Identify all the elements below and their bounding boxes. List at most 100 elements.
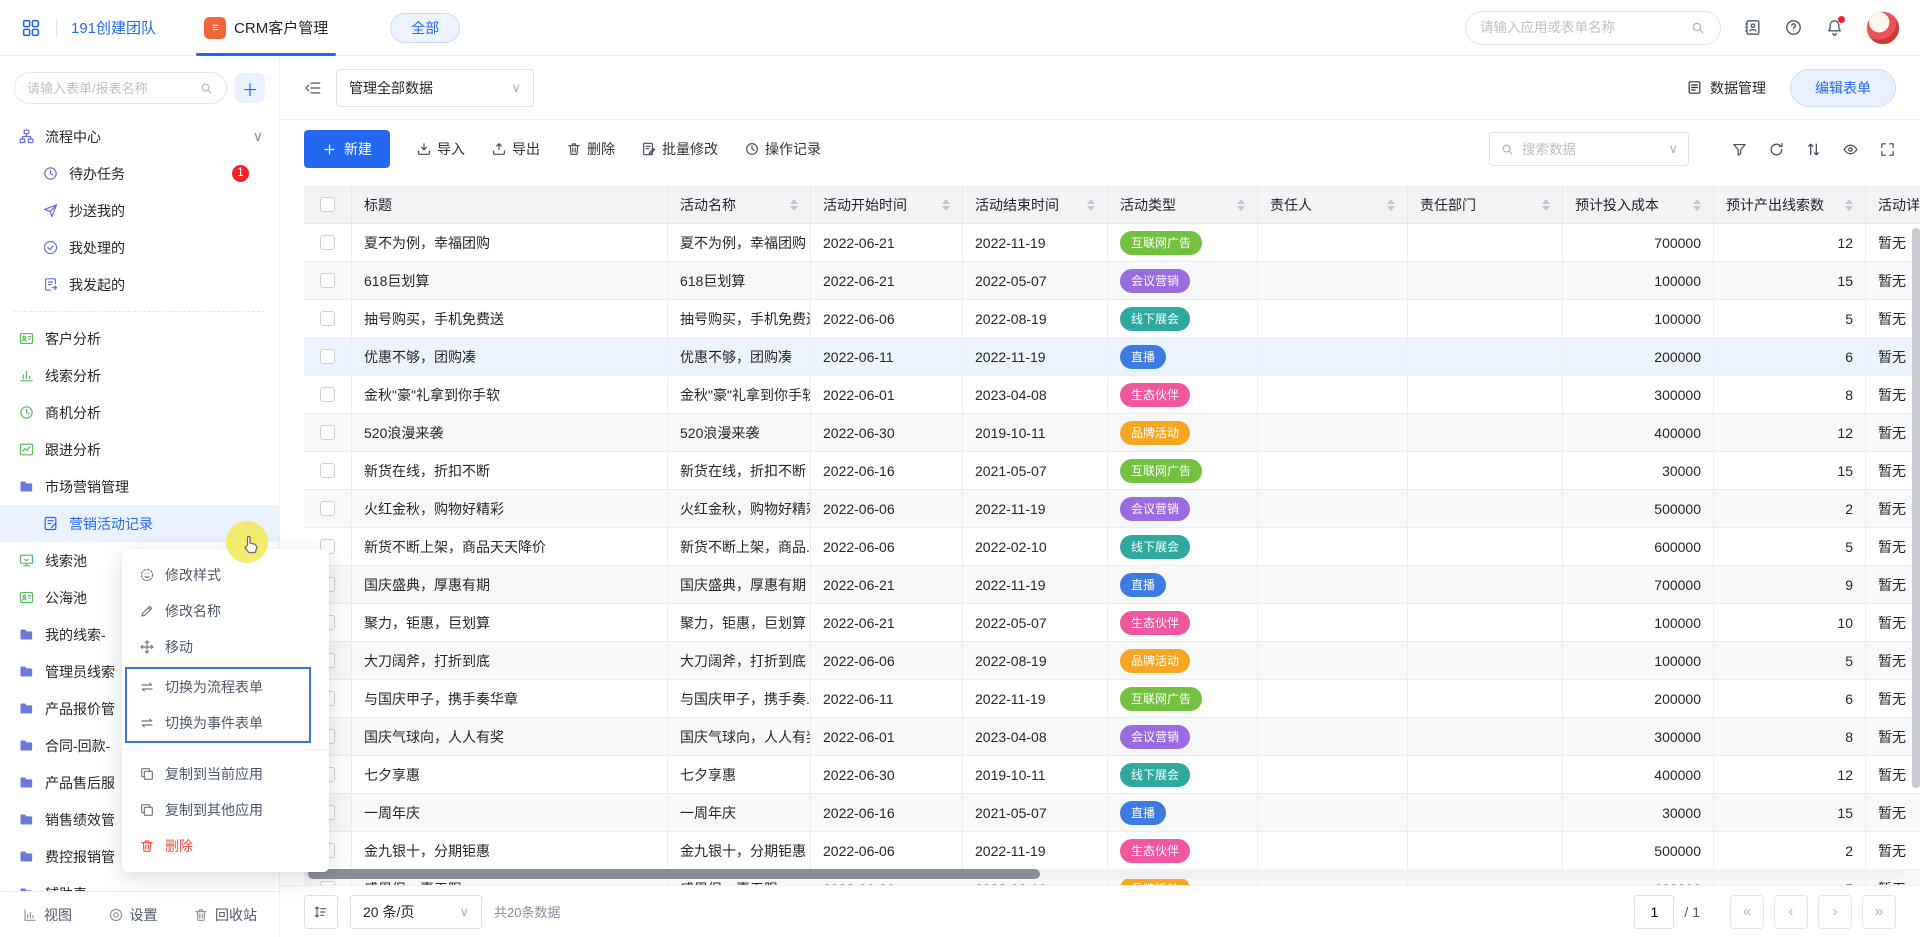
global-search-input[interactable] (1480, 20, 1682, 35)
address-book-icon[interactable] (1743, 18, 1762, 37)
table-row[interactable]: 新货在线，折扣不断新货在线，折扣不断2022-06-162021-05-07互联… (304, 452, 1920, 490)
sidebar-item-市场营销管理[interactable]: 市场营销管理 (0, 468, 279, 505)
help-icon[interactable] (1784, 18, 1803, 37)
add-form-button[interactable]: ＋ (235, 73, 265, 103)
chevron-down-icon[interactable]: ∨ (253, 128, 263, 145)
header-start[interactable]: 活动开始时间 (811, 186, 963, 224)
sidebar-item-我处理的[interactable]: 我处理的 (0, 229, 279, 266)
table-row[interactable]: 520浪漫来袭520浪漫来袭2022-06-302019-10-11品牌活动40… (304, 414, 1920, 452)
tab-crm-app[interactable]: CRM客户管理 (196, 0, 336, 56)
sidebar-item-商机分析[interactable]: 商机分析 (0, 394, 279, 431)
table-search-input[interactable] (1522, 142, 1661, 157)
menu-item-切换为流程表单[interactable]: 切换为流程表单 (127, 669, 309, 705)
sidebar-item-我发起的[interactable]: 我发起的 (0, 266, 279, 303)
sidebar-item-线索分析[interactable]: 线索分析 (0, 357, 279, 394)
avatar[interactable] (1866, 11, 1900, 45)
footer-回收站[interactable]: 回收站 (193, 905, 257, 925)
sort-icon[interactable] (1381, 199, 1395, 211)
team-name-link[interactable]: 191创建团队 (71, 17, 156, 38)
menu-item-切换为事件表单[interactable]: 切换为事件表单 (127, 705, 309, 741)
menu-item-修改名称[interactable]: 修改名称 (122, 593, 329, 629)
menu-item-复制到当前应用[interactable]: 复制到当前应用 (122, 756, 329, 792)
sort-icon[interactable] (1536, 199, 1550, 211)
sort-icon[interactable] (784, 199, 798, 211)
data-manage-button[interactable]: 数据管理 (1686, 78, 1766, 98)
select-all-checkbox[interactable] (320, 197, 335, 212)
collapse-sidebar-icon[interactable] (304, 79, 322, 97)
header-name[interactable]: 活动名称 (668, 186, 811, 224)
first-page-button[interactable]: « (1730, 895, 1764, 929)
filter-icon[interactable] (1731, 141, 1748, 158)
table-row[interactable]: 国庆气球向，人人有奖国庆气球向，人人有奖2022-06-012023-04-08… (304, 718, 1920, 756)
fullscreen-icon[interactable] (1879, 141, 1896, 158)
row-checkbox[interactable] (320, 349, 335, 364)
prev-page-button[interactable]: ‹ (1774, 895, 1808, 929)
sidebar-item-待办任务[interactable]: 待办任务1 (0, 155, 279, 192)
header-cost[interactable]: 预计投入成本 (1563, 186, 1714, 224)
header-dept[interactable]: 责任部门 (1408, 186, 1563, 224)
sort-icon[interactable] (1839, 199, 1853, 211)
edit-form-button[interactable]: 编辑表单 (1790, 69, 1896, 107)
scope-badge[interactable]: 全部 (390, 13, 460, 43)
toolbar-操作记录[interactable]: 操作记录 (744, 139, 821, 159)
refresh-icon[interactable] (1768, 141, 1785, 158)
row-checkbox[interactable] (320, 273, 335, 288)
page-number-input[interactable] (1634, 895, 1674, 929)
header-end[interactable]: 活动结束时间 (963, 186, 1108, 224)
table-search[interactable]: ∨ (1489, 132, 1689, 166)
vertical-scrollbar[interactable] (1912, 228, 1920, 788)
toolbar-导入[interactable]: 导入 (416, 139, 465, 159)
menu-item-移动[interactable]: 移动 (122, 629, 329, 665)
header-leads[interactable]: 预计产出线索数 (1714, 186, 1866, 224)
table-row[interactable]: 火红金秋，购物好精彩火红金秋，购物好精彩2022-06-062022-11-19… (304, 490, 1920, 528)
table-row[interactable]: 大刀阔斧，打折到底大刀阔斧，打折到底2022-06-062022-08-19品牌… (304, 642, 1920, 680)
form-search[interactable] (14, 72, 227, 104)
header-type[interactable]: 活动类型 (1108, 186, 1258, 224)
menu-item-删除[interactable]: 删除 (122, 828, 329, 864)
sort-icon[interactable] (1687, 199, 1701, 211)
table-row[interactable]: 与国庆甲子，携手奏华章与国庆甲子，携手奏...2022-06-112022-11… (304, 680, 1920, 718)
row-checkbox[interactable] (320, 311, 335, 326)
row-checkbox[interactable] (320, 235, 335, 250)
sort-icon[interactable] (1081, 199, 1095, 211)
bell-icon[interactable] (1825, 18, 1844, 37)
sort-icon[interactable] (936, 199, 950, 211)
toolbar-删除[interactable]: 删除 (566, 139, 615, 159)
table-row[interactable]: 国庆盛典，厚惠有期国庆盛典，厚惠有期2022-06-212022-11-19直播… (304, 566, 1920, 604)
menu-item-复制到其他应用[interactable]: 复制到其他应用 (122, 792, 329, 828)
table-row[interactable]: 聚力，钜惠，巨划算聚力，钜惠，巨划算2022-06-212022-05-07生态… (304, 604, 1920, 642)
footer-设置[interactable]: 设置 (108, 905, 158, 925)
sidebar-item-跟进分析[interactable]: 跟进分析 (0, 431, 279, 468)
table-row[interactable]: 一周年庆一周年庆2022-06-162021-05-07直播3000015暂无 (304, 794, 1920, 832)
row-checkbox[interactable] (320, 463, 335, 478)
table-row[interactable]: 金九银十，分期钜惠金九银十，分期钜惠2022-06-062022-11-19生态… (304, 832, 1920, 870)
footer-视图[interactable]: 视图 (22, 905, 72, 925)
table-row[interactable]: 七夕享惠七夕享惠2022-06-302019-10-11线下展会40000012… (304, 756, 1920, 794)
form-search-input[interactable] (27, 81, 193, 96)
global-search[interactable] (1465, 11, 1721, 45)
sidebar-item-抄送我的[interactable]: 抄送我的 (0, 192, 279, 229)
table-row[interactable]: 优惠不够，团购凑优惠不够，团购凑2022-06-112022-11-19直播20… (304, 338, 1920, 376)
sidebar-item-客户分析[interactable]: 客户分析 (0, 320, 279, 357)
table-row[interactable]: 金秋"豪"礼拿到你手软金秋"豪"礼拿到你手软2022-06-012023-04-… (304, 376, 1920, 414)
table-row[interactable]: 抽号购买，手机免费送抽号购买，手机免费送2022-06-062022-08-19… (304, 300, 1920, 338)
page-size-select[interactable]: 20 条/页 ∨ (350, 895, 482, 929)
sort-icon[interactable] (1231, 199, 1245, 211)
horizontal-scrollbar[interactable] (304, 869, 1904, 879)
toolbar-导出[interactable]: 导出 (491, 139, 540, 159)
table-row[interactable]: 618巨划算618巨划算2022-06-212022-05-07会议营销1000… (304, 262, 1920, 300)
last-page-button[interactable]: » (1862, 895, 1896, 929)
row-checkbox[interactable] (320, 881, 335, 885)
row-checkbox[interactable] (320, 425, 335, 440)
next-page-button[interactable]: › (1818, 895, 1852, 929)
sortud-icon[interactable] (1805, 141, 1822, 158)
row-checkbox[interactable] (320, 387, 335, 402)
scrollbar-thumb[interactable] (308, 869, 1040, 879)
menu-item-修改样式[interactable]: 修改样式 (122, 557, 329, 593)
eye-icon[interactable] (1842, 141, 1859, 158)
create-button[interactable]: 新建 (304, 130, 390, 168)
table-row[interactable]: 新货不断上架，商品天天降价新货不断上架，商品...2022-06-062022-… (304, 528, 1920, 566)
column-settings-button[interactable] (304, 895, 338, 929)
table-row[interactable]: 夏不为例，幸福团购夏不为例，幸福团购2022-06-212022-11-19互联… (304, 224, 1920, 262)
sidebar-item-流程中心[interactable]: 流程中心∨ (0, 118, 279, 155)
